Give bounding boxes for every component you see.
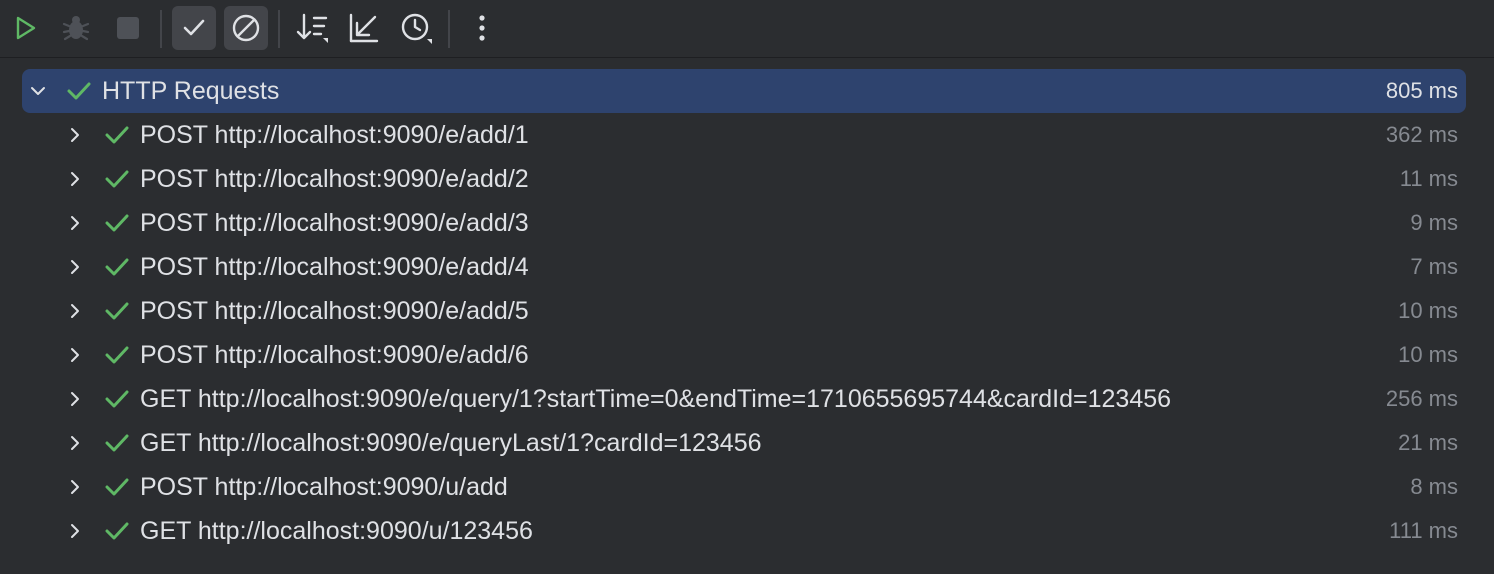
run-icon — [16, 16, 36, 40]
request-label: GET http://localhost:9090/e/query/1?star… — [140, 385, 1172, 413]
request-duration: 111 ms — [1389, 518, 1458, 543]
tree-item-request[interactable]: POST http://localhost:9090/u/add 8 ms — [22, 465, 1466, 509]
debug-button[interactable] — [54, 6, 98, 50]
request-duration: 9 ms — [1410, 210, 1458, 235]
passed-check-icon — [104, 430, 130, 456]
tree-item-request[interactable]: POST http://localhost:9090/e/add/4 7 ms — [22, 245, 1466, 289]
request-duration: 8 ms — [1410, 474, 1458, 499]
toolbar-separator — [160, 10, 162, 48]
chevron-right-icon[interactable] — [65, 345, 85, 365]
request-label: POST http://localhost:9090/e/add/4 — [140, 253, 529, 281]
rerun-button[interactable] — [3, 6, 47, 50]
debug-icon — [62, 16, 90, 41]
tree-item-request[interactable]: GET http://localhost:9090/e/query/1?star… — [22, 377, 1466, 421]
chevron-right-icon[interactable] — [65, 125, 85, 145]
chevron-right-icon[interactable] — [65, 389, 85, 409]
tree-root-duration: 805 ms — [1385, 78, 1458, 103]
request-label: GET http://localhost:9090/u/123456 — [140, 517, 533, 545]
request-label: POST http://localhost:9090/e/add/2 — [140, 165, 529, 193]
request-duration: 362 ms — [1385, 122, 1458, 147]
check-icon — [183, 19, 205, 36]
passed-check-icon — [104, 298, 130, 324]
request-label: POST http://localhost:9090/e/add/5 — [140, 297, 529, 325]
chevron-down-icon[interactable] — [28, 81, 48, 101]
show-ignored-toggle[interactable] — [224, 6, 268, 50]
toolbar-separator — [278, 10, 280, 48]
chevron-right-icon[interactable] — [65, 257, 85, 277]
tree-item-request[interactable]: POST http://localhost:9090/e/add/5 10 ms — [22, 289, 1466, 333]
request-label: POST http://localhost:9090/e/add/3 — [140, 209, 529, 237]
passed-check-icon — [104, 122, 130, 148]
passed-check-icon — [66, 78, 92, 104]
request-label: GET http://localhost:9090/e/queryLast/1?… — [140, 429, 762, 457]
test-runner-panel: HTTP Requests 805 ms POST http://localho… — [0, 0, 1494, 574]
request-duration: 11 ms — [1399, 166, 1458, 191]
sort-button[interactable] — [291, 6, 335, 50]
chevron-right-icon[interactable] — [65, 169, 85, 189]
chevron-right-icon[interactable] — [65, 433, 85, 453]
passed-check-icon — [104, 474, 130, 500]
request-duration: 7 ms — [1410, 254, 1458, 279]
sort-icon — [296, 13, 328, 43]
passed-check-icon — [104, 342, 130, 368]
chevron-right-icon[interactable] — [65, 477, 85, 497]
tree-root-http-requests[interactable]: HTTP Requests 805 ms — [22, 69, 1466, 113]
test-tree: HTTP Requests 805 ms POST http://localho… — [0, 59, 1494, 574]
passed-check-icon — [104, 166, 130, 192]
tree-item-request[interactable]: GET http://localhost:9090/u/123456 111 ms — [22, 509, 1466, 553]
passed-check-icon — [104, 518, 130, 544]
tree-item-request[interactable]: POST http://localhost:9090/e/add/1 362 ms — [22, 113, 1466, 157]
toolbar-separator — [448, 10, 450, 48]
more-icon — [479, 15, 485, 41]
collapse-icon — [349, 13, 379, 43]
tree-root-label: HTTP Requests — [102, 77, 280, 105]
request-label: POST http://localhost:9090/e/add/6 — [140, 341, 529, 369]
tree-item-request[interactable]: POST http://localhost:9090/e/add/6 10 ms — [22, 333, 1466, 377]
stop-button[interactable] — [106, 6, 150, 50]
request-duration: 10 ms — [1398, 342, 1458, 367]
toolbar — [0, 0, 1494, 58]
history-button[interactable] — [394, 6, 438, 50]
chevron-right-icon[interactable] — [65, 213, 85, 233]
request-duration: 256 ms — [1385, 386, 1458, 411]
more-options-button[interactable] — [460, 6, 504, 50]
history-icon — [401, 13, 432, 44]
request-label: POST http://localhost:9090/u/add — [140, 473, 508, 501]
request-duration: 10 ms — [1398, 298, 1458, 323]
import-tests-button[interactable] — [342, 6, 386, 50]
passed-check-icon — [104, 210, 130, 236]
request-duration: 21 ms — [1398, 430, 1458, 455]
ignored-icon — [232, 14, 260, 42]
chevron-right-icon[interactable] — [65, 301, 85, 321]
tree-item-request[interactable]: POST http://localhost:9090/e/add/3 9 ms — [22, 201, 1466, 245]
passed-check-icon — [104, 254, 130, 280]
chevron-right-icon[interactable] — [65, 521, 85, 541]
request-label: POST http://localhost:9090/e/add/1 — [140, 121, 529, 149]
show-passed-toggle[interactable] — [172, 6, 216, 50]
tree-item-request[interactable]: POST http://localhost:9090/e/add/2 11 ms — [22, 157, 1466, 201]
tree-item-request[interactable]: GET http://localhost:9090/e/queryLast/1?… — [22, 421, 1466, 465]
passed-check-icon — [104, 386, 130, 412]
stop-icon — [117, 17, 139, 39]
